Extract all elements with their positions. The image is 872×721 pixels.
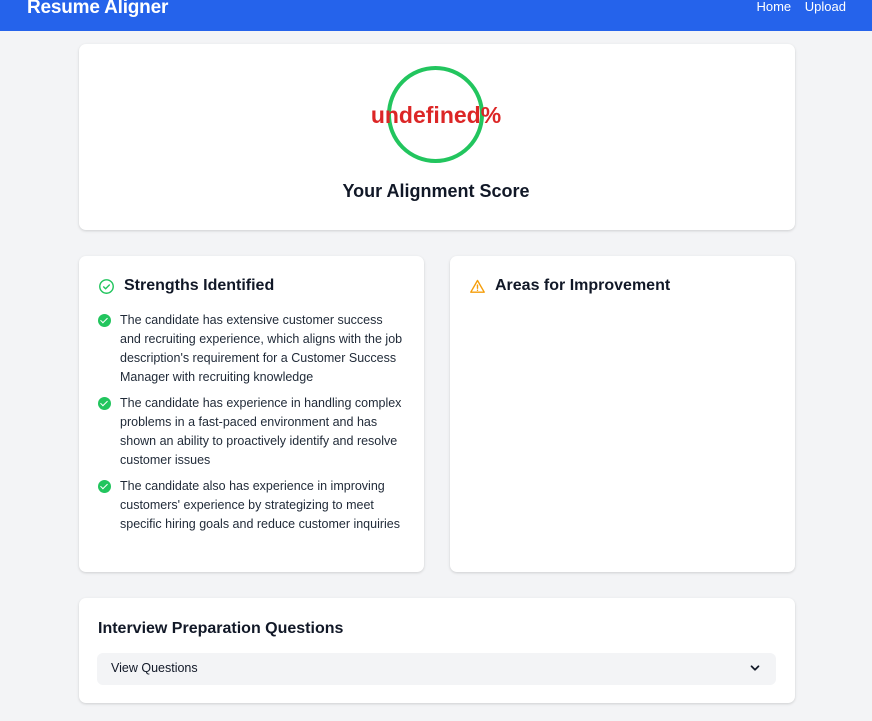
check-circle-outline-icon [98,278,115,295]
strengths-card: Strengths Identified The candidate has e… [79,256,424,572]
improvements-title: Areas for Improvement [495,277,671,294]
check-badge-icon [98,314,111,327]
strength-text: The candidate has experience in handling… [120,396,402,467]
chevron-down-icon [748,661,762,675]
check-badge-icon [98,480,111,493]
strength-item: The candidate has extensive customer suc… [98,311,403,387]
strengths-header: Strengths Identified [98,277,274,295]
score-value: undefined% [370,102,502,128]
nav-link-upload[interactable]: Upload [805,0,846,14]
strengths-list: The candidate has extensive customer suc… [98,311,403,541]
improvements-card: Areas for Improvement [450,256,795,572]
check-badge-icon [98,397,111,410]
questions-title: Interview Preparation Questions [98,620,344,637]
top-navbar: Resume Aligner Home Upload [0,0,872,31]
score-label: Your Alignment Score [342,181,530,201]
strength-text: The candidate also has experience in imp… [120,479,401,531]
interview-questions-card: Interview Preparation Questions View Que… [79,598,795,703]
strength-item: The candidate has experience in handling… [98,394,403,470]
warning-triangle-icon [469,278,486,295]
improvements-header: Areas for Improvement [469,277,670,295]
nav-link-home[interactable]: Home [756,0,791,14]
view-questions-toggle[interactable]: View Questions [97,653,776,685]
strengths-title: Strengths Identified [124,277,275,294]
view-questions-label: View Questions [111,661,198,675]
strength-item: The candidate also has experience in imp… [98,477,403,534]
strength-text: The candidate has extensive customer suc… [120,313,403,384]
nav-links: Home Upload [746,0,846,14]
app-brand[interactable]: Resume Aligner [27,0,168,19]
